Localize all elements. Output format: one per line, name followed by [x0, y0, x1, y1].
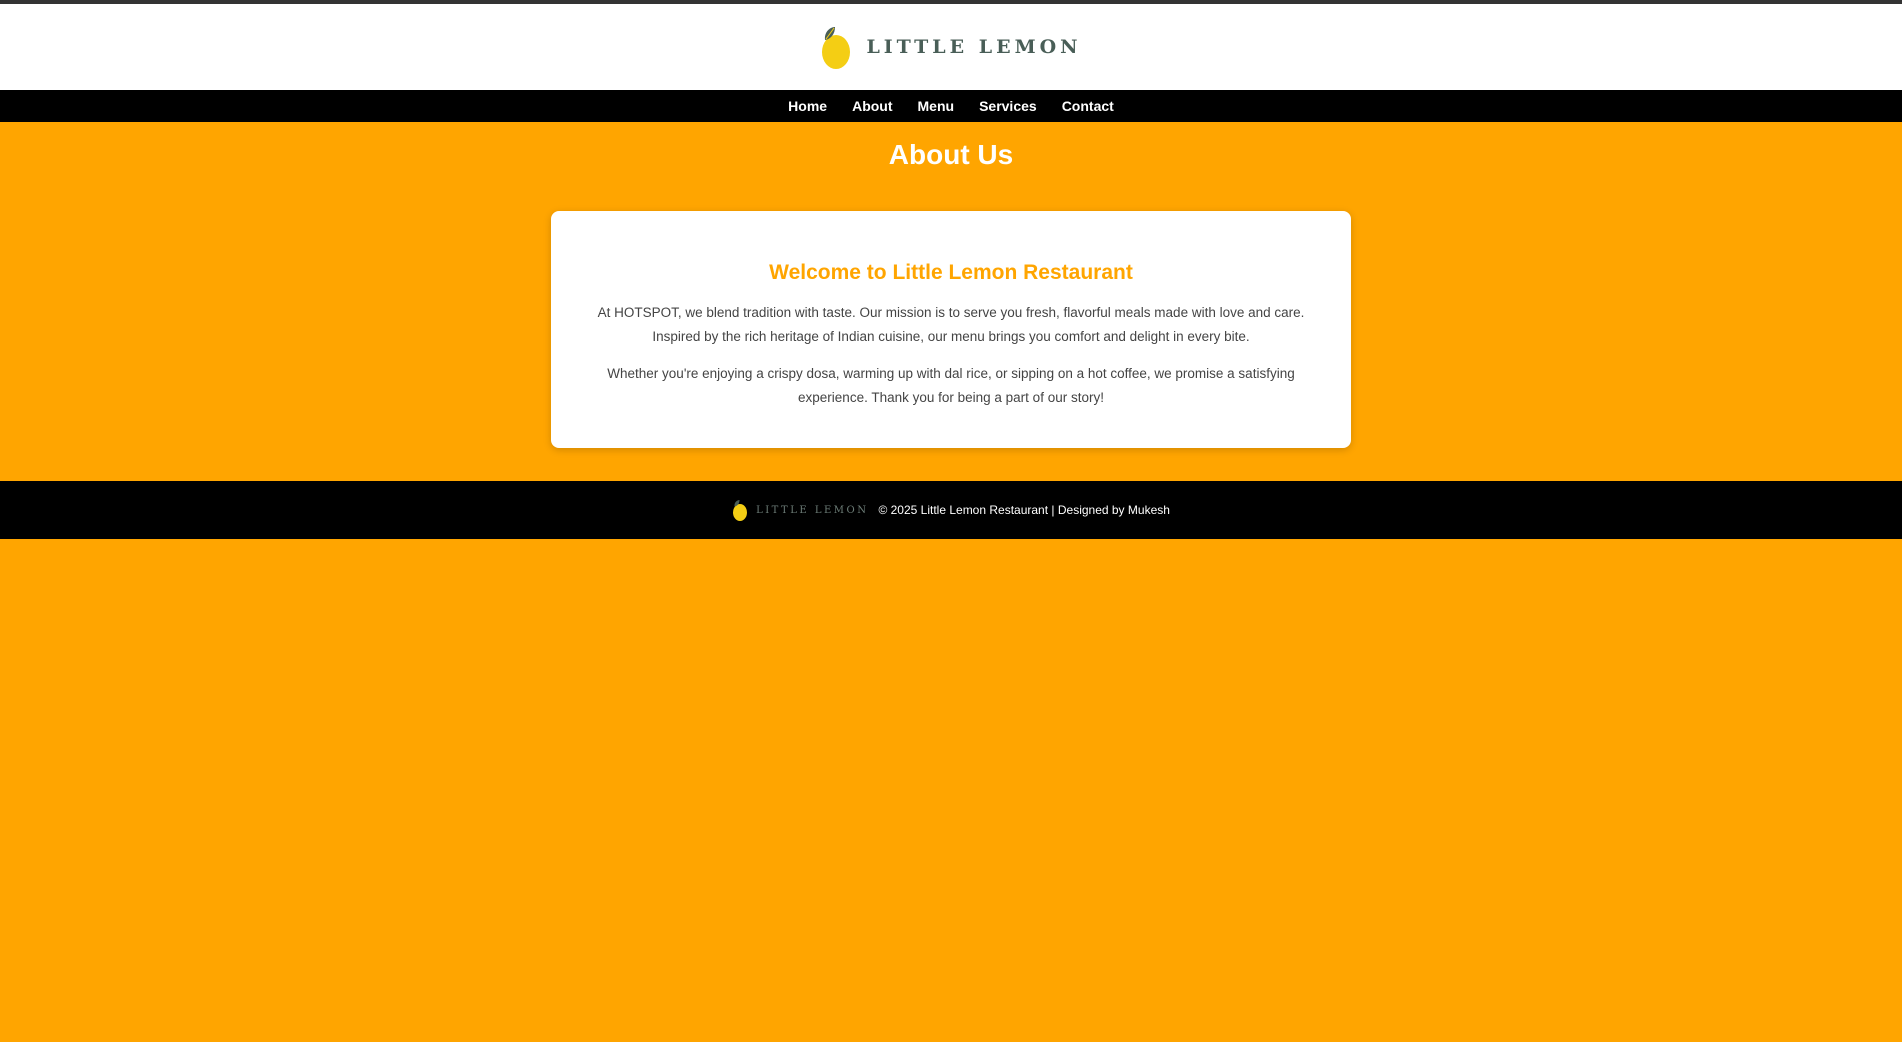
nav-list: Home About Menu Services Contact: [776, 90, 1127, 122]
page-title: About Us: [888, 139, 1014, 170]
about-card: Welcome to Little Lemon Restaurant At HO…: [551, 211, 1351, 448]
nav-item: Menu: [905, 90, 967, 122]
copyright-text: © 2025 Little Lemon Restaurant | Designe…: [878, 503, 1170, 517]
nav-item: Services: [967, 90, 1050, 122]
footer-brand-name: LITTLE LEMON: [756, 504, 869, 516]
main-nav: Home About Menu Services Contact: [0, 90, 1902, 122]
brand-logo[interactable]: LITTLE LEMON: [820, 24, 1081, 70]
brand-name: LITTLE LEMON: [866, 36, 1082, 58]
about-paragraph: Whether you're enjoying a crispy dosa, w…: [607, 366, 1295, 405]
nav-item: Contact: [1049, 90, 1126, 122]
about-paragraph: At HOTSPOT, we blend tradition with tast…: [597, 305, 1305, 344]
footer-logo[interactable]: LITTLE LEMON: [732, 498, 868, 522]
lemon-icon: [733, 500, 748, 521]
site-header: LITTLE LEMON: [0, 4, 1902, 90]
main-content: About Us Welcome to Little Lemon Restaur…: [0, 122, 1902, 448]
site-footer: LITTLE LEMON © 2025 Little Lemon Restaur…: [0, 481, 1902, 539]
nav-item: Home: [776, 90, 840, 122]
about-heading: Welcome to Little Lemon Restaurant: [769, 261, 1133, 284]
nav-link-contact[interactable]: Contact: [1049, 90, 1126, 122]
nav-link-about[interactable]: About: [840, 90, 905, 122]
nav-link-services[interactable]: Services: [967, 90, 1050, 122]
nav-link-menu[interactable]: Menu: [905, 90, 967, 122]
nav-link-home[interactable]: Home: [776, 90, 840, 122]
lemon-icon: [822, 27, 851, 69]
nav-item: About: [840, 90, 905, 122]
